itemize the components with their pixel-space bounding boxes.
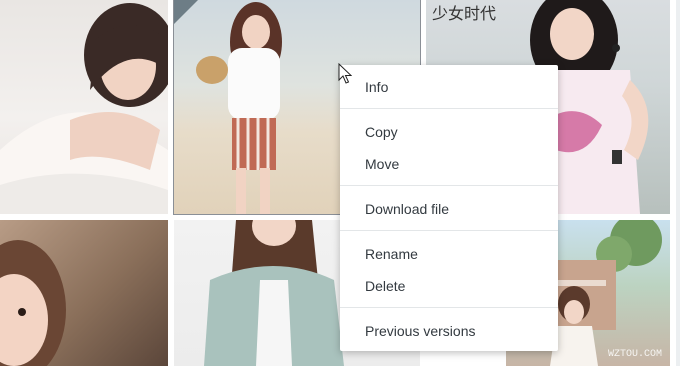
arrow-cursor-icon <box>338 63 352 84</box>
scrollbar-track[interactable] <box>676 0 680 366</box>
menu-item-previous-versions[interactable]: Previous versions <box>340 316 558 346</box>
menu-separator <box>340 230 558 231</box>
menu-separator <box>340 185 558 186</box>
person-illustration <box>0 240 66 366</box>
menu-item-download-file[interactable]: Download file <box>340 194 558 224</box>
menu-item-info[interactable]: Info <box>340 72 558 102</box>
photo-tile-woman-lying[interactable] <box>0 0 168 214</box>
menu-item-delete[interactable]: Delete <box>340 271 558 301</box>
person-illustration <box>0 3 168 214</box>
photo-watermark: WZTOU.COM <box>607 349 662 360</box>
photo-tile-woman-closeup[interactable] <box>0 220 168 366</box>
menu-item-copy[interactable]: Copy <box>340 117 558 147</box>
menu-item-move[interactable]: Move <box>340 149 558 179</box>
menu-separator <box>340 307 558 308</box>
context-menu: Info Copy Move Download file Rename Dele… <box>340 65 558 351</box>
menu-item-rename[interactable]: Rename <box>340 239 558 269</box>
menu-separator <box>340 108 558 109</box>
